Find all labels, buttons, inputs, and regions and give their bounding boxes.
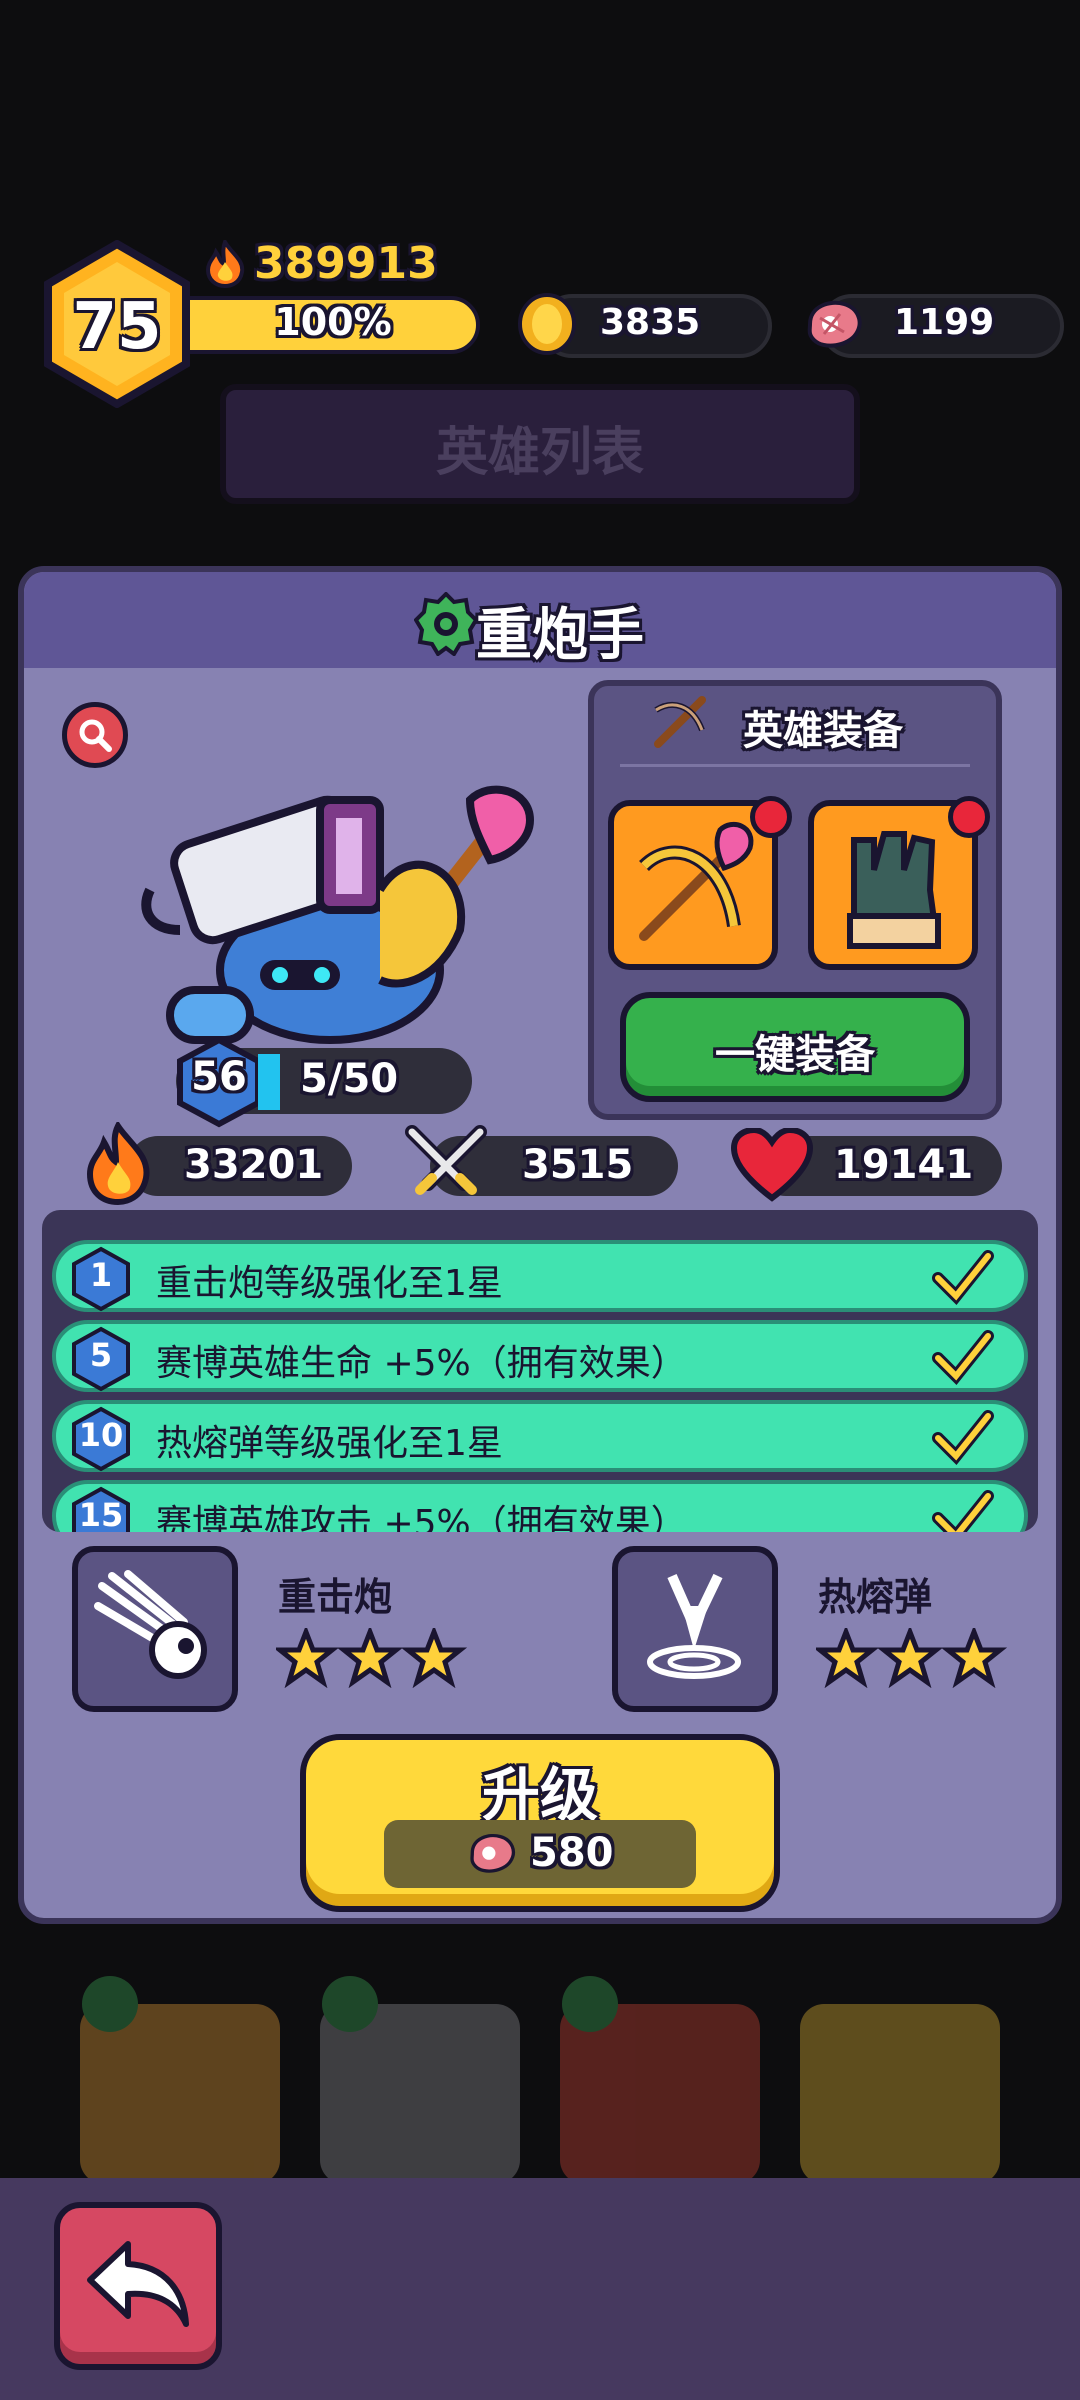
skill-1-stars	[276, 1628, 468, 1688]
milestone-level: 15	[78, 1496, 124, 1532]
check-icon	[932, 1490, 994, 1532]
milestone-text: 赛博英雄生命 +5%（拥有效果）	[156, 1343, 687, 1384]
flame-icon	[205, 240, 245, 288]
stat-attack-value: 3515	[522, 1142, 634, 1188]
milestone-level: 5	[89, 1336, 113, 1374]
milestone-text: 重击炮等级强化至1星	[156, 1263, 503, 1304]
skill-2-name: 热熔弹	[818, 1575, 933, 1619]
shard-progress-fill	[258, 1054, 280, 1110]
hero-level: 56	[191, 1054, 247, 1100]
milestone-row: 15 赛博英雄攻击 +5%（拥有效果）	[52, 1480, 1028, 1532]
heart-icon	[730, 1128, 814, 1202]
milestone-level: 1	[89, 1256, 113, 1294]
hero-shards: 5/50	[300, 1056, 399, 1102]
equip-all-label: 一键装备	[715, 1032, 875, 1078]
total-power: 389913	[254, 238, 438, 289]
impact-icon	[647, 1573, 741, 1679]
comet-icon	[94, 1570, 207, 1679]
divider	[620, 764, 970, 767]
star-icon	[876, 1628, 944, 1688]
glove-icon	[847, 831, 941, 949]
coin-amount: 3835	[600, 302, 701, 343]
back-arrow-icon	[87, 2241, 189, 2327]
star-icon	[336, 1628, 404, 1688]
milestone-text: 热熔弹等级强化至1星	[156, 1423, 503, 1464]
check-icon	[932, 1250, 994, 1305]
back-button[interactable]	[54, 2202, 222, 2370]
notification-dot	[750, 796, 792, 838]
hero-name: 重炮手	[476, 603, 644, 668]
star-icon	[400, 1628, 468, 1688]
star-icon	[276, 1628, 340, 1688]
skill-1-name: 重击炮	[278, 1575, 393, 1619]
skill-slot-2[interactable]	[612, 1546, 778, 1712]
skill-2-stars	[816, 1628, 1008, 1688]
milestone-level: 10	[78, 1416, 124, 1454]
love-bow-icon	[639, 821, 754, 941]
star-icon	[816, 1628, 880, 1688]
check-icon	[932, 1410, 994, 1465]
stat-hp-value: 19141	[834, 1142, 974, 1188]
star-icon	[940, 1628, 1008, 1688]
meat-amount: 1199	[894, 302, 995, 343]
sword-icon	[405, 1125, 487, 1195]
upgrade-cost: 580	[530, 1830, 614, 1876]
notification-dot	[948, 796, 990, 838]
milestone-row: 5 赛博英雄生命 +5%（拥有效果）	[52, 1320, 1028, 1392]
background-hero-list	[80, 1976, 1000, 2184]
search-icon	[79, 719, 112, 752]
xp-percent: 100%	[274, 300, 392, 344]
hero-portrait[interactable]	[140, 780, 560, 1050]
check-icon	[932, 1330, 994, 1385]
stat-power-value: 33201	[184, 1142, 324, 1188]
meat-icon	[807, 300, 862, 348]
meat-icon	[470, 1834, 515, 1873]
inspect-button[interactable]	[62, 702, 128, 768]
player-level: 75	[72, 290, 162, 364]
equipment-title: 英雄装备	[743, 708, 903, 754]
milestone-list[interactable]: 1 重击炮等级强化至1星 5 赛博英雄生命 +5%（拥有效果） 10 热熔弹等级…	[42, 1210, 1038, 1532]
coin-icon	[518, 293, 576, 355]
milestone-row: 1 重击炮等级强化至1星	[52, 1240, 1028, 1312]
skill-slot-1[interactable]	[72, 1546, 238, 1712]
milestone-row: 10 热熔弹等级强化至1星	[52, 1400, 1028, 1472]
hero-list-title: 英雄列表	[435, 423, 644, 483]
flame-icon	[86, 1122, 150, 1206]
milestone-text: 赛博英雄攻击 +5%（拥有效果）	[156, 1503, 687, 1532]
